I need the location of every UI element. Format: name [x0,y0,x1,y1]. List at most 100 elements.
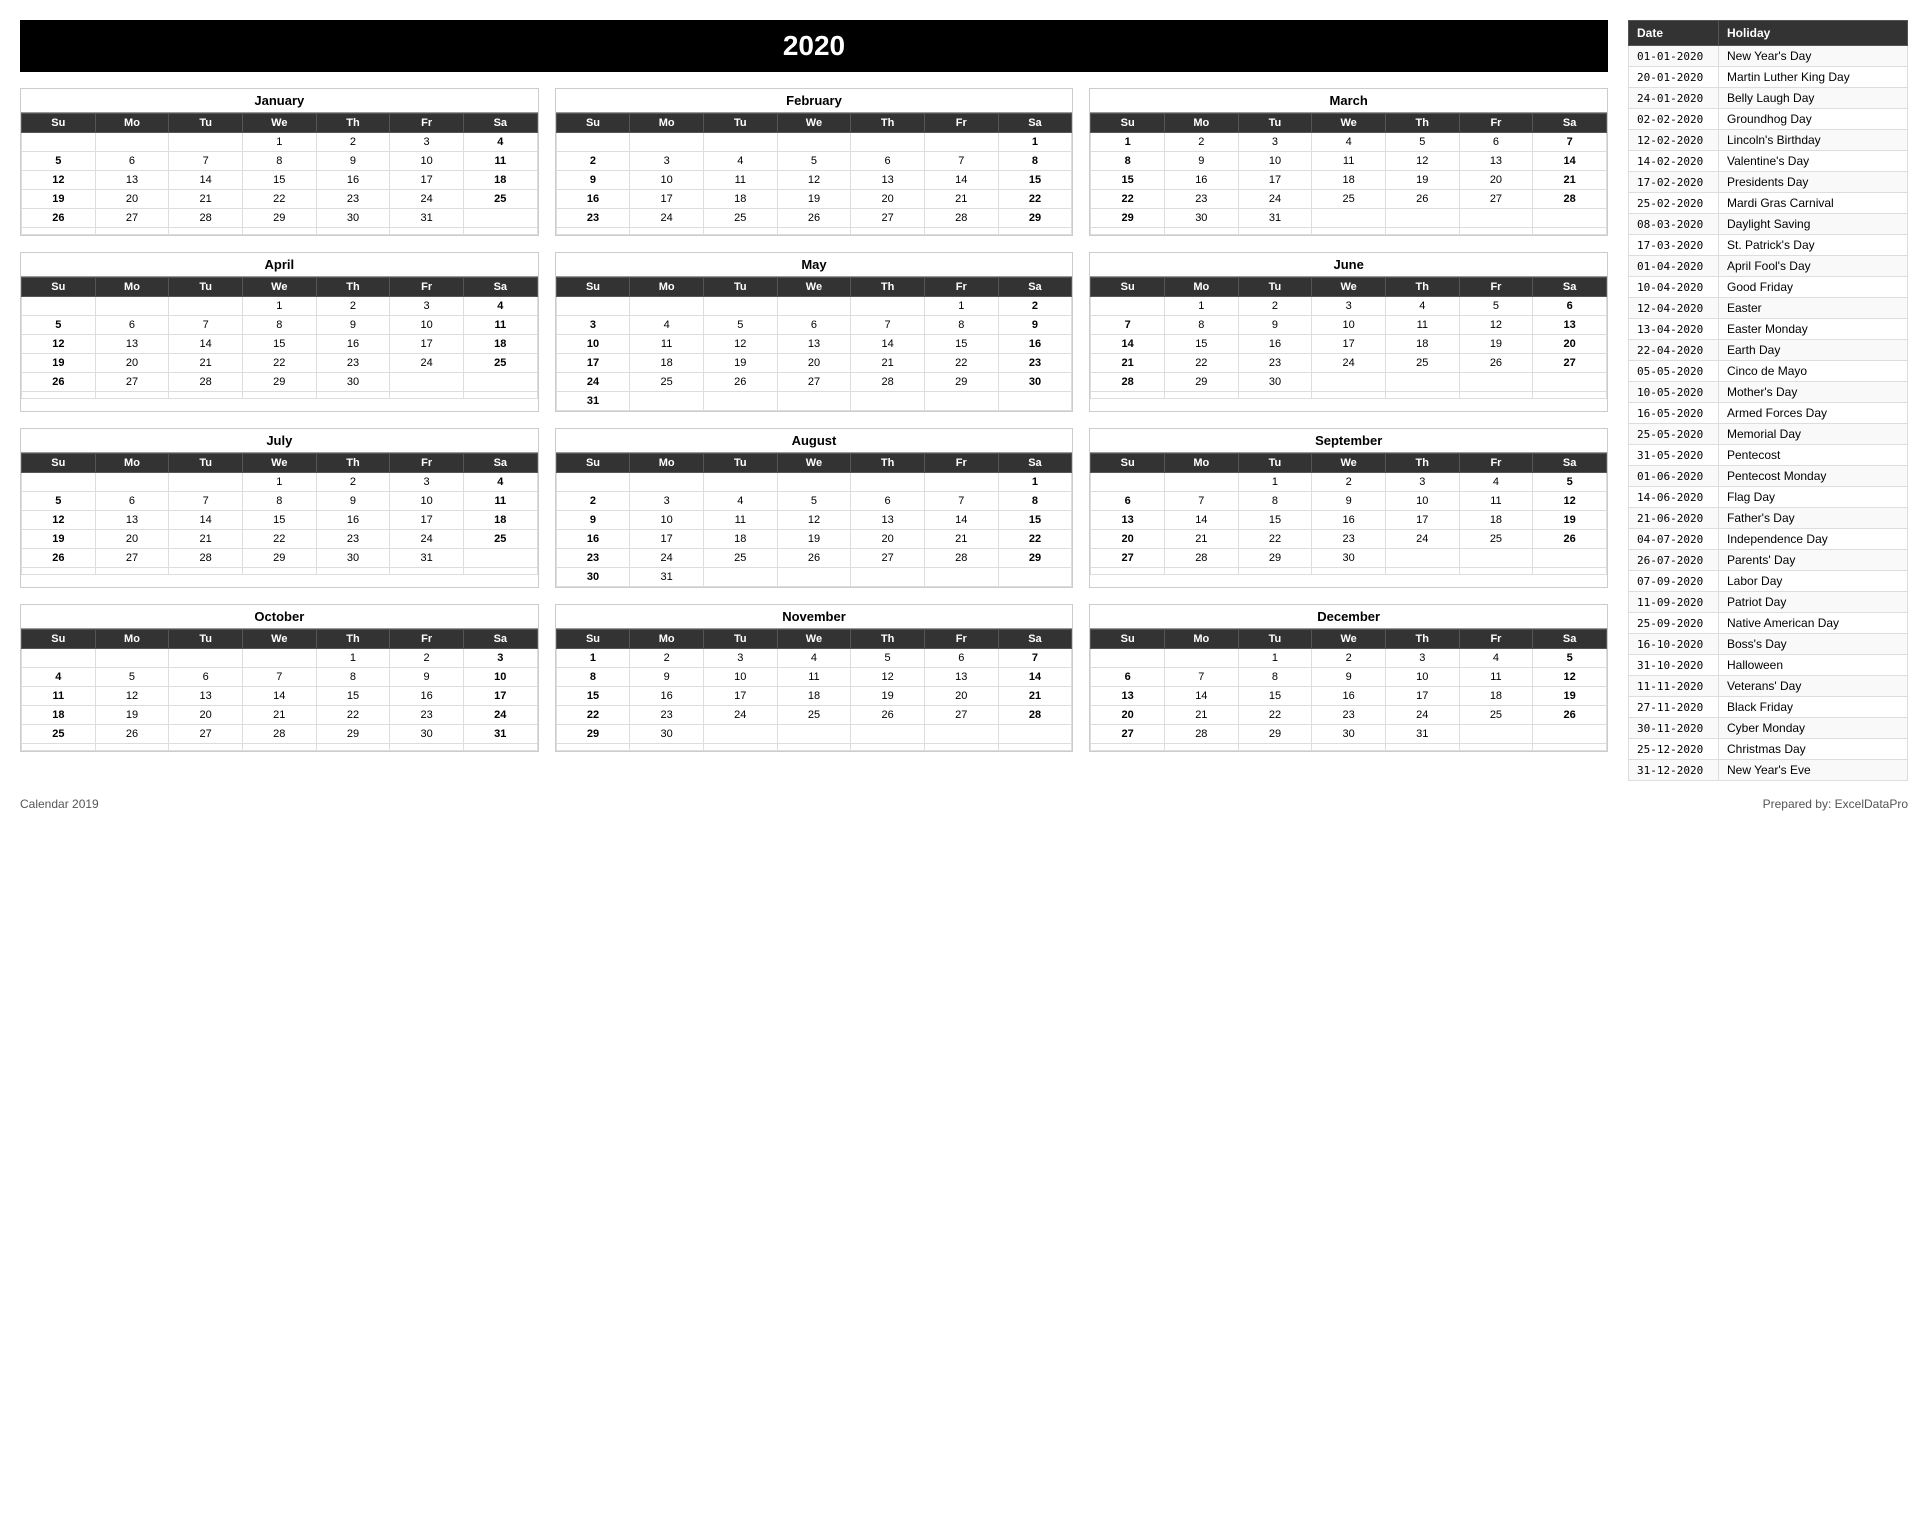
day-header: Th [316,114,390,133]
calendar-day: 4 [1312,133,1386,152]
calendar-day [1385,392,1459,399]
calendar-day: 1 [242,473,316,492]
calendar-day: 13 [95,335,169,354]
holiday-name: Memorial Day [1719,424,1908,445]
calendar-day: 1 [1238,649,1312,668]
calendar-day [95,297,169,316]
holiday-date: 17-03-2020 [1629,235,1719,256]
calendar-day: 30 [1238,373,1312,392]
calendar-day: 20 [1459,171,1533,190]
calendar-day: 10 [1238,152,1312,171]
calendar-day: 14 [1164,687,1238,706]
calendar-day [169,297,243,316]
calendar-day [1533,228,1607,235]
calendar-day [630,473,704,492]
calendar-day: 14 [242,687,316,706]
calendar-day [22,649,96,668]
calendar-day: 31 [1238,209,1312,228]
calendar-day: 4 [703,152,777,171]
calendar-day [1164,568,1238,575]
calendar-day [1312,209,1386,228]
holiday-name: Independence Day [1719,529,1908,550]
calendar-day: 9 [1164,152,1238,171]
calendar-day: 31 [390,549,464,568]
day-header: Th [316,630,390,649]
holiday-name: Christmas Day [1719,739,1908,760]
calendar-day: 13 [1091,687,1165,706]
holiday-row: 11-11-2020Veterans' Day [1629,676,1908,697]
calendar-day [463,549,537,568]
calendar-day [463,228,537,235]
month-title: February [556,89,1073,113]
year-title: 2020 [20,20,1608,72]
holiday-name: Belly Laugh Day [1719,88,1908,109]
calendar-day: 16 [316,335,390,354]
calendar-day [169,228,243,235]
calendar-day: 14 [998,668,1072,687]
calendar-day: 21 [924,530,998,549]
calendar-day: 28 [1164,549,1238,568]
calendar-day: 21 [998,687,1072,706]
holiday-name: Halloween [1719,655,1908,676]
calendar-day [703,297,777,316]
calendar-day [924,568,998,587]
calendar-day [1091,473,1165,492]
calendar-day: 17 [1385,687,1459,706]
calendar-day: 13 [1459,152,1533,171]
calendar-day: 25 [703,549,777,568]
calendar-day: 3 [630,492,704,511]
month-calendar-table: SuMoTuWeThFrSa12345678910111213141516171… [556,453,1073,587]
holiday-date: 22-04-2020 [1629,340,1719,361]
calendar-day: 15 [1164,335,1238,354]
calendar-day: 4 [463,473,537,492]
calendar-day: 6 [95,152,169,171]
calendar-day: 27 [95,373,169,392]
calendar-day [1238,392,1312,399]
holiday-name: Flag Day [1719,487,1908,508]
calendar-day [1164,228,1238,235]
calendar-day [1459,392,1533,399]
calendar-day [777,473,851,492]
calendar-day: 21 [1164,530,1238,549]
calendar-day [1238,568,1312,575]
holiday-row: 01-01-2020New Year's Day [1629,46,1908,67]
calendar-day [316,392,390,399]
calendar-day: 7 [1091,316,1165,335]
month-block-may: MaySuMoTuWeThFrSa12345678910111213141516… [555,252,1074,412]
day-header: We [1312,278,1386,297]
holiday-name: Armed Forces Day [1719,403,1908,424]
day-header: Tu [169,454,243,473]
calendar-day [1459,209,1533,228]
calendar-day [1091,744,1165,751]
day-header: Su [556,630,630,649]
calendar-day: 18 [630,354,704,373]
calendar-day: 13 [851,171,925,190]
month-block-november: NovemberSuMoTuWeThFrSa123456789101112131… [555,604,1074,752]
holiday-row: 12-02-2020Lincoln's Birthday [1629,130,1908,151]
calendar-day: 5 [777,492,851,511]
calendar-day: 13 [169,687,243,706]
day-header: Mo [1164,630,1238,649]
calendar-day: 11 [463,152,537,171]
calendar-day: 13 [851,511,925,530]
calendar-day: 19 [22,354,96,373]
day-header: We [242,630,316,649]
day-header: Th [1385,454,1459,473]
calendar-day: 4 [1385,297,1459,316]
calendar-day: 25 [1459,706,1533,725]
day-header: Mo [630,278,704,297]
holiday-name: April Fool's Day [1719,256,1908,277]
calendar-day: 22 [1091,190,1165,209]
calendar-day: 13 [1091,511,1165,530]
calendar-day: 10 [1312,316,1386,335]
holiday-name: Parents' Day [1719,550,1908,571]
holiday-row: 01-04-2020April Fool's Day [1629,256,1908,277]
calendar-day: 9 [630,668,704,687]
calendar-day [169,744,243,751]
day-header: Tu [1238,454,1312,473]
calendar-day: 10 [703,668,777,687]
holiday-row: 16-10-2020Boss's Day [1629,634,1908,655]
holiday-date: 11-11-2020 [1629,676,1719,697]
calendar-day: 19 [777,530,851,549]
calendar-day: 5 [22,316,96,335]
